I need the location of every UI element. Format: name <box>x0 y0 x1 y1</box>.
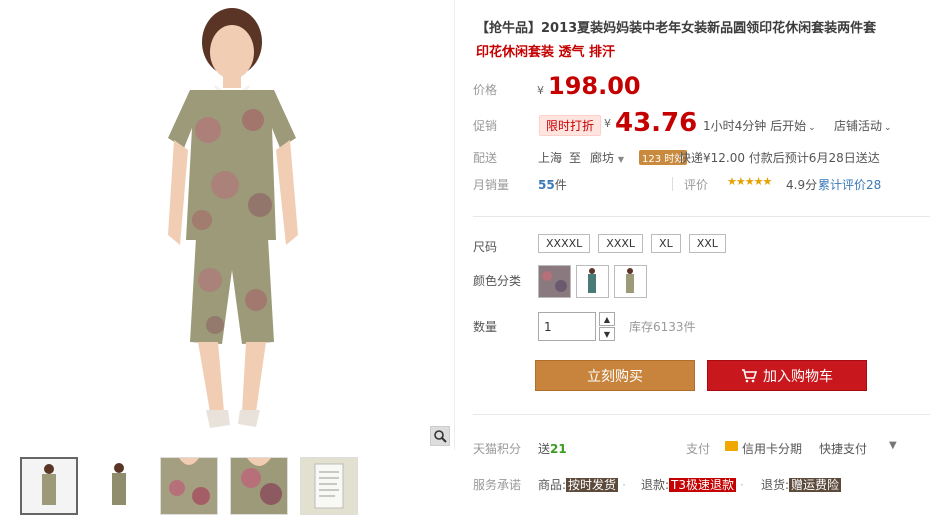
promo-label: 促销 <box>473 119 498 133</box>
quantity-decrease-icon[interactable]: ▼ <box>599 327 615 341</box>
shipping-info: 快递¥12.00 付款后预计6月28日送达 <box>679 151 880 165</box>
points-number: 21 <box>550 442 567 456</box>
promo-currency: ¥ <box>604 117 611 130</box>
payment-label: 支付 <box>686 442 711 456</box>
price-label: 价格 <box>473 83 498 97</box>
product-subtitle: 印花休闲套装 透气 排汗 <box>476 45 616 60</box>
caret-down-icon[interactable]: ▼ <box>889 440 897 451</box>
section-divider <box>473 216 930 217</box>
monthly-sales-label: 月销量 <box>473 178 510 192</box>
ship-from: 上海 <box>538 151 563 165</box>
monthly-sales-value: 55件 <box>538 176 567 193</box>
quantity-input[interactable] <box>538 312 596 341</box>
service-label: 服务承诺 <box>473 478 522 492</box>
store-activity-dropdown[interactable]: 店铺活动 ⌄ <box>834 117 892 134</box>
service-tag[interactable]: 赠运费险 <box>789 478 842 492</box>
quick-pay-dropdown[interactable]: 快捷支付 <box>819 440 867 457</box>
sales-unit: 件 <box>554 178 567 192</box>
service-prefix: 商品: <box>538 478 567 492</box>
product-gallery <box>10 0 455 527</box>
caret-down-icon: ▼ <box>617 155 624 164</box>
destination-text: 廊坊 <box>590 151 615 165</box>
rating-stars-icon: ★★★★★ <box>727 175 772 188</box>
product-detail-panel: 【抢牛品】2013夏装妈妈装中老年女装新品圆领印花休闲套装两件套 印花休闲套装 … <box>473 0 930 527</box>
credit-installment[interactable]: 信用卡分期 <box>742 440 802 457</box>
service-tag[interactable]: T3极速退款 <box>669 478 737 492</box>
zoom-magnifier-icon[interactable] <box>430 426 450 446</box>
thumbnail-5-label[interactable] <box>300 457 358 515</box>
color-option-3[interactable] <box>614 265 647 298</box>
color-options <box>538 265 647 298</box>
size-option-xxxl[interactable]: XXXL <box>598 234 644 253</box>
separator-dot: · <box>740 478 744 492</box>
ship-to-text: 至 <box>569 151 582 165</box>
add-to-cart-label: 加入购物车 <box>763 368 833 385</box>
promo-countdown[interactable]: 1小时4分钟 后开始 ⌄ <box>703 117 816 134</box>
cart-icon <box>742 368 757 382</box>
size-option-xl[interactable]: XL <box>651 234 681 253</box>
service-item-shipping: 商品: 按时发货 · <box>538 476 630 493</box>
promo-price: 43.76 <box>615 108 698 138</box>
size-option-xxl[interactable]: XXL <box>688 234 726 253</box>
thumbnail-4[interactable] <box>230 457 288 515</box>
product-title: 【抢牛品】2013夏装妈妈装中老年女装新品圆领印花休闲套装两件套 <box>476 21 877 36</box>
chevron-down-icon: ⌄ <box>884 123 892 133</box>
thumbnail-3[interactable] <box>160 457 218 515</box>
points-label: 天猫积分 <box>473 442 522 456</box>
thumbnail-2[interactable] <box>90 457 148 515</box>
section-divider <box>473 414 930 415</box>
main-product-photo[interactable] <box>10 0 455 450</box>
service-item-return: 退货: 赠运费险 <box>761 476 842 493</box>
quantity-increase-icon[interactable]: ▲ <box>599 312 615 326</box>
size-options: XXXXL XXXL XL XXL <box>538 234 726 253</box>
chevron-down-icon: ⌄ <box>808 123 816 133</box>
points-prefix: 送 <box>538 442 551 456</box>
service-item-refund: 退款: T3极速退款 · <box>641 476 748 493</box>
service-prefix: 退款: <box>641 478 670 492</box>
divider <box>672 177 673 191</box>
stock-count: 库存6133件 <box>629 320 696 334</box>
color-option-1[interactable] <box>538 265 571 298</box>
shipping-label: 配送 <box>473 151 498 165</box>
ship-destination-select[interactable]: 廊坊 ▼ <box>590 149 624 166</box>
currency-symbol: ¥ <box>537 84 544 97</box>
review-label: 评价 <box>684 178 709 192</box>
original-price: ¥198.00 <box>537 72 641 100</box>
promo-tag: 限时打折 <box>539 115 602 136</box>
points-value: 送21 <box>538 440 567 457</box>
color-option-2[interactable] <box>576 265 609 298</box>
sales-count: 55 <box>538 178 555 192</box>
store-activity-label: 店铺活动 <box>834 119 883 133</box>
service-prefix: 退货: <box>761 478 790 492</box>
add-to-cart-button[interactable]: 加入购物车 <box>707 360 867 391</box>
color-label: 颜色分类 <box>473 274 522 288</box>
thumbnail-1[interactable] <box>20 457 78 515</box>
original-price-value: 198.00 <box>548 72 641 100</box>
size-label: 尺码 <box>473 240 498 254</box>
service-tag[interactable]: 按时发货 <box>566 478 619 492</box>
total-reviews-link[interactable]: 累计评价28 <box>818 176 881 193</box>
thumbnail-strip <box>10 457 358 515</box>
quantity-label: 数量 <box>473 320 498 334</box>
credit-card-icon <box>725 441 738 451</box>
countdown-text: 1小时4分钟 后开始 <box>703 119 807 133</box>
buy-now-button[interactable]: 立刻购买 <box>535 360 695 391</box>
separator-dot: · <box>622 478 626 492</box>
size-option-xxxxl[interactable]: XXXXL <box>538 234 591 253</box>
rating-score: 4.9分 <box>786 178 818 192</box>
product-model-illustration <box>168 8 298 428</box>
buy-now-label: 立刻购买 <box>587 368 643 385</box>
